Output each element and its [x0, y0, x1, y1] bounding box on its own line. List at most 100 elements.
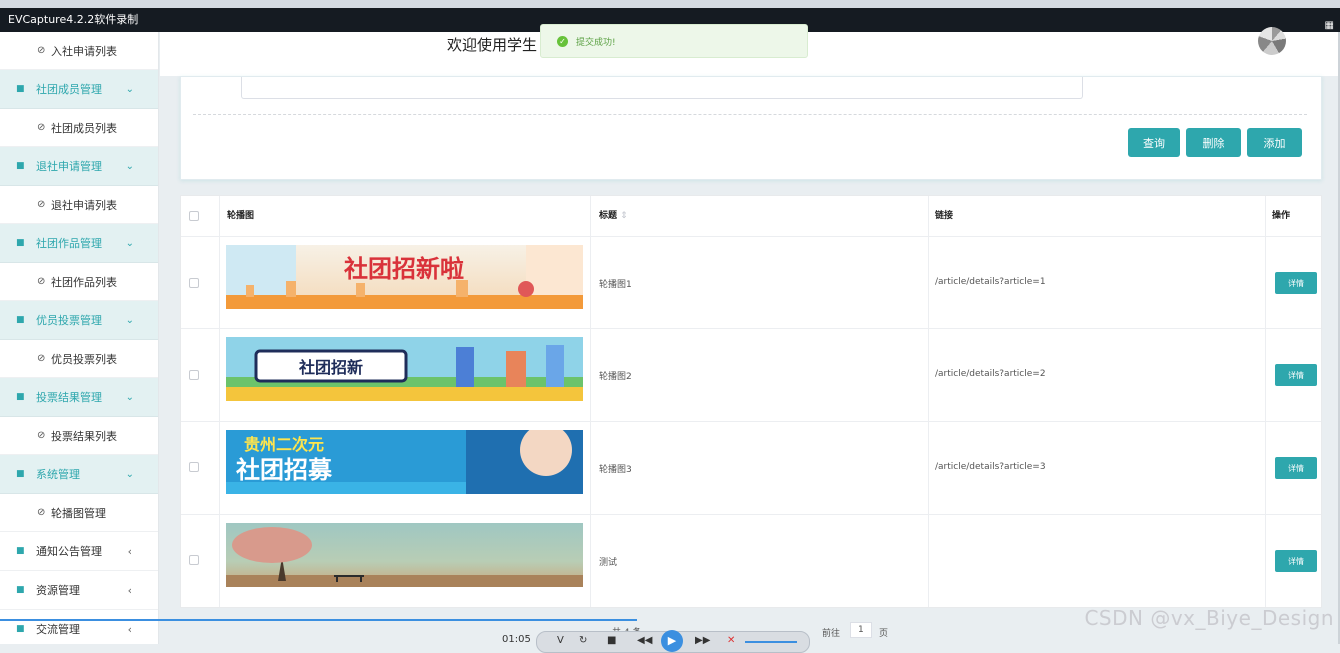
row-link: /article/details?article=3	[935, 462, 1046, 472]
row-title: 轮播图1	[599, 280, 632, 290]
chevron-down-icon: ⌄	[125, 160, 134, 172]
sidebar-subitem[interactable]: ⊘ 投票结果列表	[0, 417, 158, 455]
banner-table: 轮播图 标题 ⇕ 链接 操作 社团招新啦 轮播图1 /article/detai…	[180, 195, 1322, 608]
pager-goto-label: 前往	[822, 629, 841, 639]
sidebar-subitem[interactable]: ⊘ 优员投票列表	[0, 340, 158, 378]
sidebar-subitem[interactable]: ⊘ 退社申请列表	[0, 186, 158, 224]
previous-icon[interactable]: ◀◀	[637, 635, 652, 646]
banner-2-text: 社团招新	[298, 358, 363, 377]
sidebar-menu[interactable]: ■ 资源管理 ‹	[0, 571, 158, 610]
search-input[interactable]	[241, 77, 1083, 99]
sidebar-menu[interactable]: ■ 交流管理 ‹	[0, 610, 158, 644]
next-icon[interactable]: ▶▶	[695, 635, 710, 646]
circle-check-icon: ⊘	[37, 353, 46, 364]
sidebar-subitem-label: 社团作品列表	[51, 275, 117, 289]
banner-image-2: 社团招新	[226, 337, 583, 401]
sidebar-group-label: 退社申请管理	[36, 160, 102, 173]
chevron-down-icon: ⌄	[125, 314, 134, 326]
chevron-left-icon: ‹	[127, 583, 132, 597]
sidebar-subitem[interactable]: ⊘ 社团成员列表	[0, 109, 158, 147]
chevron-left-icon: ‹	[127, 544, 132, 558]
document-icon: ■	[16, 585, 25, 595]
column-header-ops: 操作	[1272, 211, 1291, 221]
sort-icon[interactable]: ⇕	[620, 211, 628, 221]
sidebar-subitem[interactable]: ⊘ 社团作品列表	[0, 263, 158, 301]
row-title: 轮播图2	[599, 372, 632, 382]
query-button[interactable]: 查询	[1128, 128, 1180, 157]
sidebar-group[interactable]: ■ 投票结果管理 ⌄	[0, 378, 158, 417]
sidebar-subitem-label: 社团成员列表	[51, 121, 117, 135]
divider	[193, 114, 1307, 115]
volume-icon[interactable]: V	[557, 635, 564, 646]
select-all-checkbox[interactable]	[189, 211, 199, 221]
sidebar-subitem-label: 退社申请列表	[51, 198, 117, 212]
column-header-link: 链接	[935, 211, 954, 221]
play-icon[interactable]: ▶	[661, 630, 683, 652]
stop-icon[interactable]: ■	[607, 635, 616, 646]
avatar[interactable]	[1258, 27, 1286, 55]
banner-1-text: 社团招新啦	[344, 255, 464, 283]
sidebar-group-label: 社团作品管理	[36, 237, 102, 250]
detail-button[interactable]: 详情	[1275, 364, 1317, 386]
circle-check-icon: ⊘	[37, 122, 46, 133]
circle-check-icon: ⊘	[37, 430, 46, 441]
pager-page-input[interactable]: 1	[850, 622, 872, 638]
chevron-down-icon: ⌄	[125, 391, 134, 403]
column-header-title[interactable]: 标题 ⇕	[599, 196, 628, 236]
circle-check-icon: ⊘	[37, 45, 46, 56]
sidebar-subitem[interactable]: ⊘ 轮播图管理	[0, 494, 158, 532]
detail-button[interactable]: 详情	[1275, 272, 1317, 294]
check-circle-icon: ✓	[557, 35, 568, 47]
sidebar-group[interactable]: ■ 系统管理 ⌄	[0, 455, 158, 494]
document-icon: ■	[16, 84, 25, 94]
row-checkbox[interactable]	[189, 278, 199, 288]
row-checkbox[interactable]	[189, 555, 199, 565]
banner-3-text2: 社团招募	[236, 456, 333, 484]
mute-icon[interactable]: ✕	[727, 635, 735, 646]
banner-image-3: 贵州二次元 社团招募	[226, 430, 583, 494]
document-icon: ■	[16, 161, 25, 171]
welcome-title: 欢迎使用学生	[447, 36, 538, 54]
success-toast: ✓ 提交成功!	[540, 24, 808, 58]
sidebar-subitem-label: 优员投票列表	[51, 352, 117, 366]
row-checkbox[interactable]	[189, 462, 199, 472]
volume-slider[interactable]	[745, 641, 797, 643]
sidebar-group[interactable]: ■ 优员投票管理 ⌄	[0, 301, 158, 340]
sidebar-subitem-label: 投票结果列表	[51, 429, 117, 443]
circle-check-icon: ⊘	[37, 507, 46, 518]
sidebar-group-label: 优员投票管理	[36, 314, 102, 327]
pager-page-unit: 页	[879, 629, 889, 639]
document-icon: ■	[16, 315, 25, 325]
search-card: 查询 删除 添加	[180, 76, 1322, 180]
document-icon: ■	[16, 546, 25, 556]
sidebar-group-label: 交流管理	[36, 623, 80, 636]
row-title: 测试	[599, 558, 618, 568]
document-icon: ■	[16, 469, 25, 479]
circle-check-icon: ⊘	[37, 276, 46, 287]
player-controls: V ↻ ■ ◀◀ ▶ ▶▶ ✕	[536, 630, 810, 653]
sidebar-group[interactable]: ■ 社团作品管理 ⌄	[0, 224, 158, 263]
sidebar-group-label: 资源管理	[36, 584, 80, 597]
banner-image-1: 社团招新啦	[226, 245, 583, 309]
chevron-left-icon: ‹	[127, 622, 132, 636]
sidebar-subitem-label: 入社申请列表	[51, 44, 117, 58]
detail-button[interactable]: 详情	[1275, 550, 1317, 572]
sidebar-group[interactable]: ■ 退社申请管理 ⌄	[0, 147, 158, 186]
refresh-icon[interactable]: ↻	[579, 635, 587, 646]
browser-tab-strip	[0, 0, 1340, 8]
watermark: CSDN @vx_Biye_Design	[1084, 606, 1334, 630]
row-link: /article/details?article=1	[935, 277, 1046, 287]
row-checkbox[interactable]	[189, 370, 199, 380]
recorder-title: EVCapture4.2.2软件录制	[8, 13, 139, 26]
detail-button[interactable]: 详情	[1275, 457, 1317, 479]
sidebar-menu[interactable]: ■ 通知公告管理 ‹	[0, 532, 158, 571]
sidebar-subitem[interactable]: ⊘ 入社申请列表	[0, 32, 158, 70]
row-title: 轮播图3	[599, 465, 632, 475]
delete-button[interactable]: 删除	[1186, 128, 1241, 157]
circle-check-icon: ⊘	[37, 199, 46, 210]
add-button[interactable]: 添加	[1247, 128, 1302, 157]
sidebar-group[interactable]: ■ 社团成员管理 ⌄	[0, 70, 158, 109]
recording-progress-bar[interactable]	[0, 619, 637, 621]
toast-message: 提交成功!	[576, 37, 616, 48]
sidebar-group-label: 通知公告管理	[36, 545, 102, 558]
